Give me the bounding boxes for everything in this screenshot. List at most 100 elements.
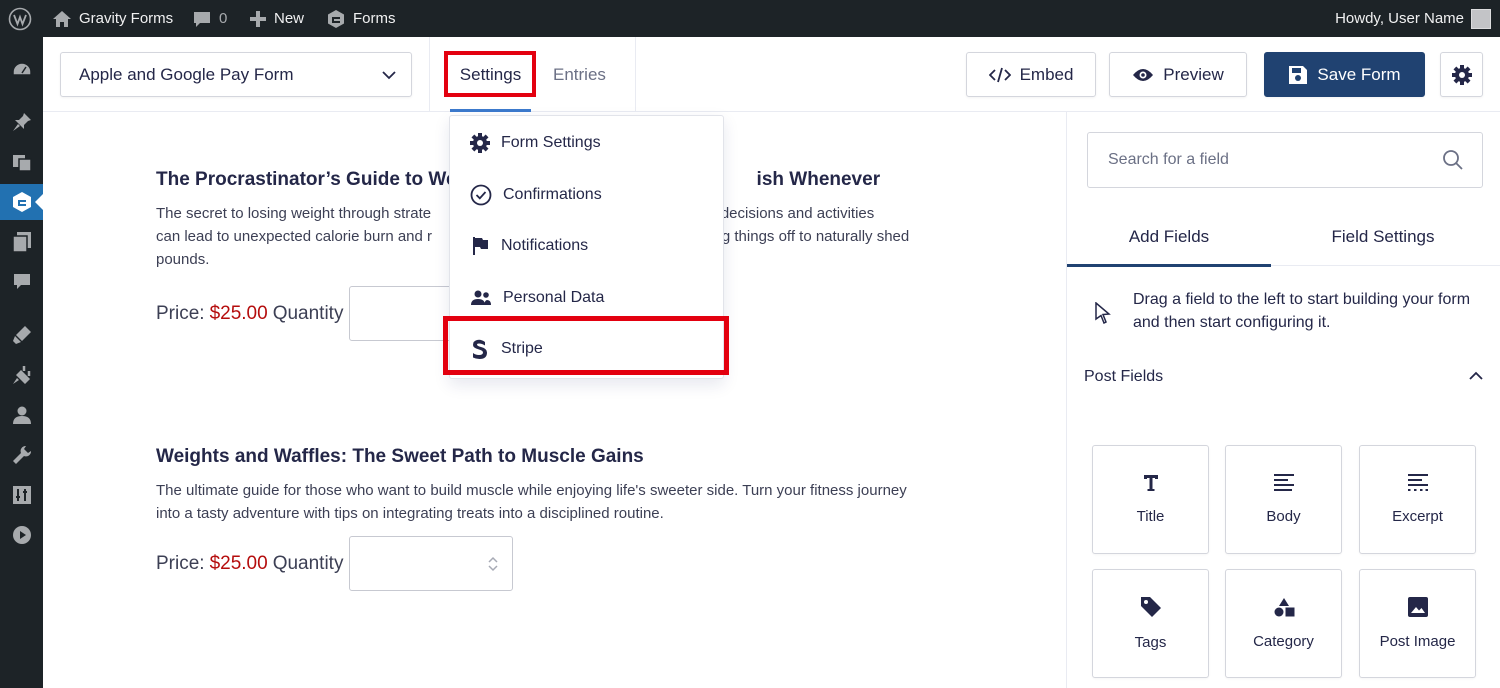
form-editor-header: Apple and Google Pay Form Settings Entri…	[43, 37, 1500, 112]
field-button-label: Post Image	[1379, 633, 1456, 650]
pages-icon[interactable]	[0, 224, 43, 260]
media-icon[interactable]	[0, 144, 43, 180]
save-disk-icon	[1289, 65, 1308, 84]
quantity-label: Quantity	[272, 302, 344, 324]
menu-item-form-settings[interactable]: Form Settings	[450, 117, 723, 169]
field-button-label: Tags	[1134, 634, 1167, 651]
product-title: Weights and Waffles: The Sweet Path to M…	[156, 446, 644, 467]
tab-add-fields-label: Add Fields	[1128, 227, 1210, 246]
users-icon[interactable]	[0, 397, 43, 433]
gear-icon	[1451, 64, 1472, 85]
site-name-link[interactable]: Gravity Forms	[52, 0, 173, 37]
product-title-start: The Procrastinator’s Guide to We	[156, 169, 457, 190]
play-circle-icon[interactable]	[0, 517, 43, 553]
field-button-label: Body	[1266, 508, 1301, 525]
avatar	[1471, 8, 1491, 29]
price-label: Price:	[156, 552, 205, 574]
editor-settings-button[interactable]	[1440, 52, 1483, 97]
quantity-input[interactable]	[349, 536, 514, 591]
wordpress-logo-icon[interactable]	[8, 0, 32, 37]
field-button-category[interactable]: Category	[1225, 569, 1342, 678]
dashboard-icon[interactable]	[0, 53, 43, 89]
flag-icon	[473, 237, 488, 255]
stripe-item-highlight	[443, 316, 729, 375]
menu-item-notifications[interactable]: Notifications	[450, 220, 723, 272]
comments-menu-icon[interactable]	[0, 264, 43, 300]
tag-icon	[1140, 597, 1161, 617]
comment-icon	[194, 11, 210, 27]
desc-line2-end: ting things off to naturally shed	[706, 228, 910, 245]
code-icon	[988, 67, 1011, 82]
plus-icon	[250, 10, 266, 27]
save-form-label: Save Form	[1317, 64, 1401, 84]
category-icon	[1274, 598, 1294, 617]
field-button-tags[interactable]: Tags	[1092, 569, 1209, 678]
settings-tab-highlight	[444, 51, 536, 97]
field-button-title[interactable]: Title	[1092, 445, 1209, 554]
price-label: Price:	[156, 302, 205, 324]
form-switcher-select[interactable]: Apple and Google Pay Form	[60, 52, 412, 97]
eye-icon	[1133, 68, 1154, 81]
comments-count: 0	[219, 10, 228, 27]
user-account-menu[interactable]: Howdy, User Name	[1335, 0, 1491, 37]
menu-item-label: Notifications	[501, 237, 589, 254]
save-form-button[interactable]: Save Form	[1264, 52, 1425, 97]
title-icon	[1143, 475, 1158, 491]
embed-label: Embed	[1019, 64, 1074, 84]
new-content-link[interactable]: New	[249, 0, 304, 37]
tab-add-fields[interactable]: Add Fields	[1067, 208, 1271, 267]
post-fields-group-header[interactable]: Post Fields	[1084, 368, 1484, 386]
new-label: New	[274, 10, 305, 27]
menu-item-label: Personal Data	[503, 289, 605, 306]
price-value: $25.00	[209, 552, 268, 574]
price-row: Price: $25.00 Quantity	[156, 536, 956, 591]
tab-field-settings[interactable]: Field Settings	[1281, 208, 1485, 266]
form-switcher-value: Apple and Google Pay Form	[79, 64, 294, 84]
drag-hint-text: Drag a field to the left to start buildi…	[1133, 291, 1471, 331]
excerpt-icon	[1407, 474, 1428, 491]
header-divider	[429, 37, 430, 112]
gravity-forms-icon	[328, 9, 344, 28]
embed-button[interactable]: Embed	[966, 52, 1096, 97]
header-divider	[635, 37, 636, 112]
field-button-label: Category	[1253, 633, 1314, 650]
forms-link[interactable]: Forms	[326, 0, 396, 37]
field-button-body[interactable]: Body	[1225, 445, 1342, 554]
settings-sliders-icon[interactable]	[0, 477, 43, 513]
stepper-arrows-icon[interactable]	[486, 554, 500, 574]
field-sidebar: Search for a field Add Fields Field Sett…	[1066, 112, 1500, 688]
field-search-placeholder: Search for a field	[1108, 151, 1229, 168]
howdy-text: Howdy, User Name	[1335, 10, 1464, 27]
admin-bar: Gravity Forms 0 New Forms Howdy, User Na…	[0, 0, 1500, 37]
menu-item-label: Confirmations	[503, 186, 602, 203]
product-field[interactable]: Weights and Waffles: The Sweet Path to M…	[156, 445, 956, 591]
field-search-input[interactable]: Search for a field	[1087, 132, 1483, 188]
price-value: $25.00	[209, 302, 268, 324]
plugins-icon[interactable]	[0, 357, 43, 393]
tab-entries[interactable]: Entries	[553, 37, 606, 112]
sidebar-tabs: Add Fields Field Settings	[1067, 208, 1500, 267]
drag-hint: Drag a field to the left to start buildi…	[1095, 288, 1485, 334]
posts-pin-icon[interactable]	[0, 104, 43, 140]
cursor-arrow-icon	[1095, 302, 1111, 324]
desc-line1-start: The secret to losing weight through stra…	[156, 205, 432, 222]
menu-item-confirmations[interactable]: Confirmations	[450, 169, 723, 221]
appearance-brush-icon[interactable]	[0, 317, 43, 353]
field-button-post-image[interactable]: Post Image	[1359, 569, 1476, 678]
chevron-up-icon	[1469, 371, 1483, 380]
field-button-excerpt[interactable]: Excerpt	[1359, 445, 1476, 554]
tab-entries-label: Entries	[553, 64, 606, 84]
gear-icon	[470, 133, 490, 153]
desc-line3: pounds.	[156, 251, 210, 268]
group-title: Post Fields	[1084, 368, 1164, 385]
tab-field-settings-label: Field Settings	[1331, 227, 1435, 246]
image-icon	[1407, 597, 1428, 617]
product-title-end: ish Whenever	[756, 169, 881, 190]
tools-wrench-icon[interactable]	[0, 437, 43, 473]
gravity-forms-menu-icon[interactable]	[0, 184, 43, 220]
preview-button[interactable]: Preview	[1109, 52, 1247, 97]
body-icon	[1273, 474, 1294, 491]
comments-link[interactable]: 0	[192, 0, 227, 37]
check-circle-icon	[470, 184, 492, 206]
product-description: The ultimate guide for those who want to…	[156, 482, 907, 522]
